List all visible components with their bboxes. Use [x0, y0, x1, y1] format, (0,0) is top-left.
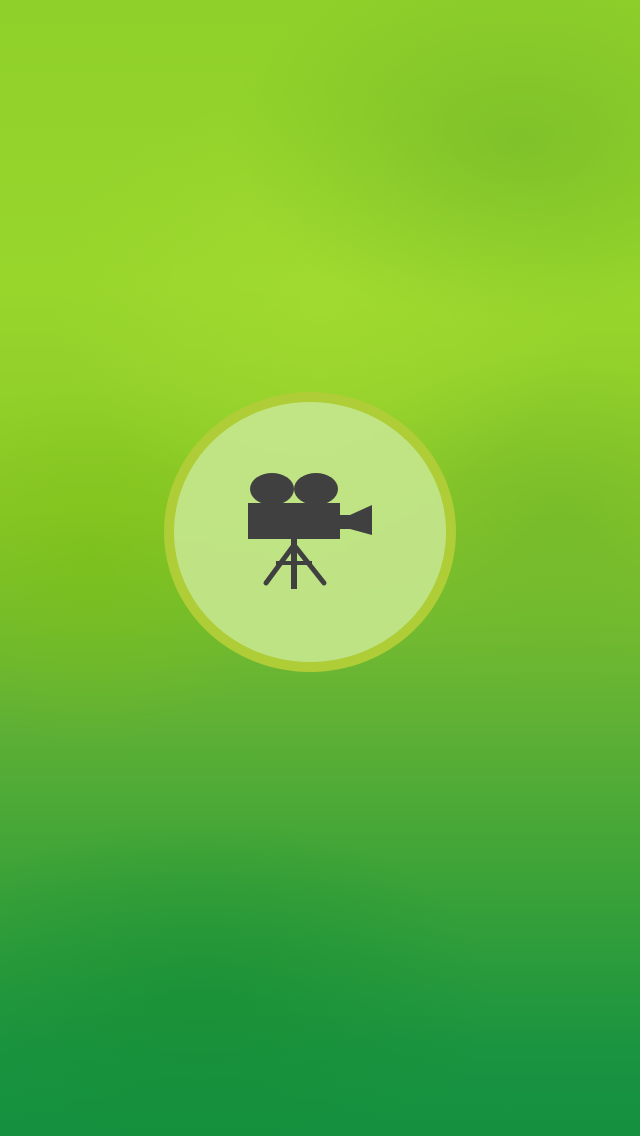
app-screen	[0, 0, 640, 1136]
movie-camera-icon	[248, 473, 372, 589]
record-video-button[interactable]	[164, 392, 456, 672]
